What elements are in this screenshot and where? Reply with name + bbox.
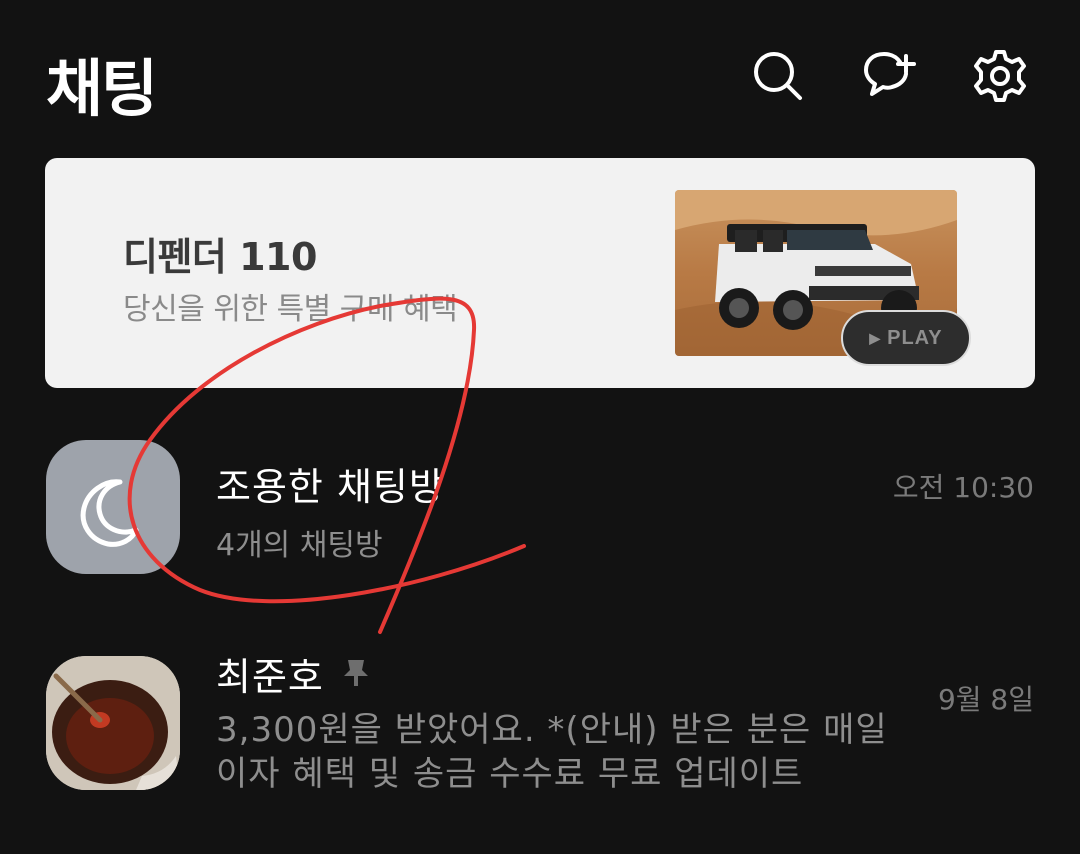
settings-icon[interactable] — [972, 48, 1028, 104]
chat-time: 오전 10:30 — [892, 471, 1034, 504]
chat-message-line1: 3,300원을 받았어요. *(안내) 받은 분은 매일 — [216, 710, 888, 750]
chat-time: 9월 8일 — [937, 683, 1034, 716]
avatar — [46, 656, 180, 790]
chat-subtitle: 4개의 채팅방 — [216, 528, 383, 563]
new-chat-icon[interactable] — [862, 48, 918, 104]
play-icon: ▶ — [869, 329, 882, 346]
chat-row-contact[interactable]: 최준호 9월 8일 3,300원을 받았어요. *(안내) 받은 분은 매일 이… — [0, 646, 1080, 806]
page-title: 채팅 — [46, 52, 158, 125]
search-icon[interactable] — [750, 48, 806, 104]
chat-name: 조용한 채팅방 — [216, 465, 445, 509]
moon-icon — [46, 440, 180, 574]
banner-title: 디펜더 110 — [123, 235, 317, 279]
pin-icon — [342, 658, 370, 688]
chat-row-quiet-room[interactable]: 조용한 채팅방 4개의 채팅방 오전 10:30 — [0, 440, 1080, 580]
play-label: PLAY — [887, 326, 943, 349]
chat-name: 최준호 — [216, 655, 324, 699]
promo-banner[interactable]: 디펜더 110 당신을 위한 특별 구매 혜택 ▶ PLAY — [45, 158, 1035, 388]
banner-subtitle: 당신을 위한 특별 구매 혜택 — [123, 292, 458, 327]
play-button[interactable]: ▶ PLAY — [841, 310, 971, 366]
chat-message-line2: 이자 혜택 및 송금 수수료 무료 업데이트 — [216, 754, 804, 794]
